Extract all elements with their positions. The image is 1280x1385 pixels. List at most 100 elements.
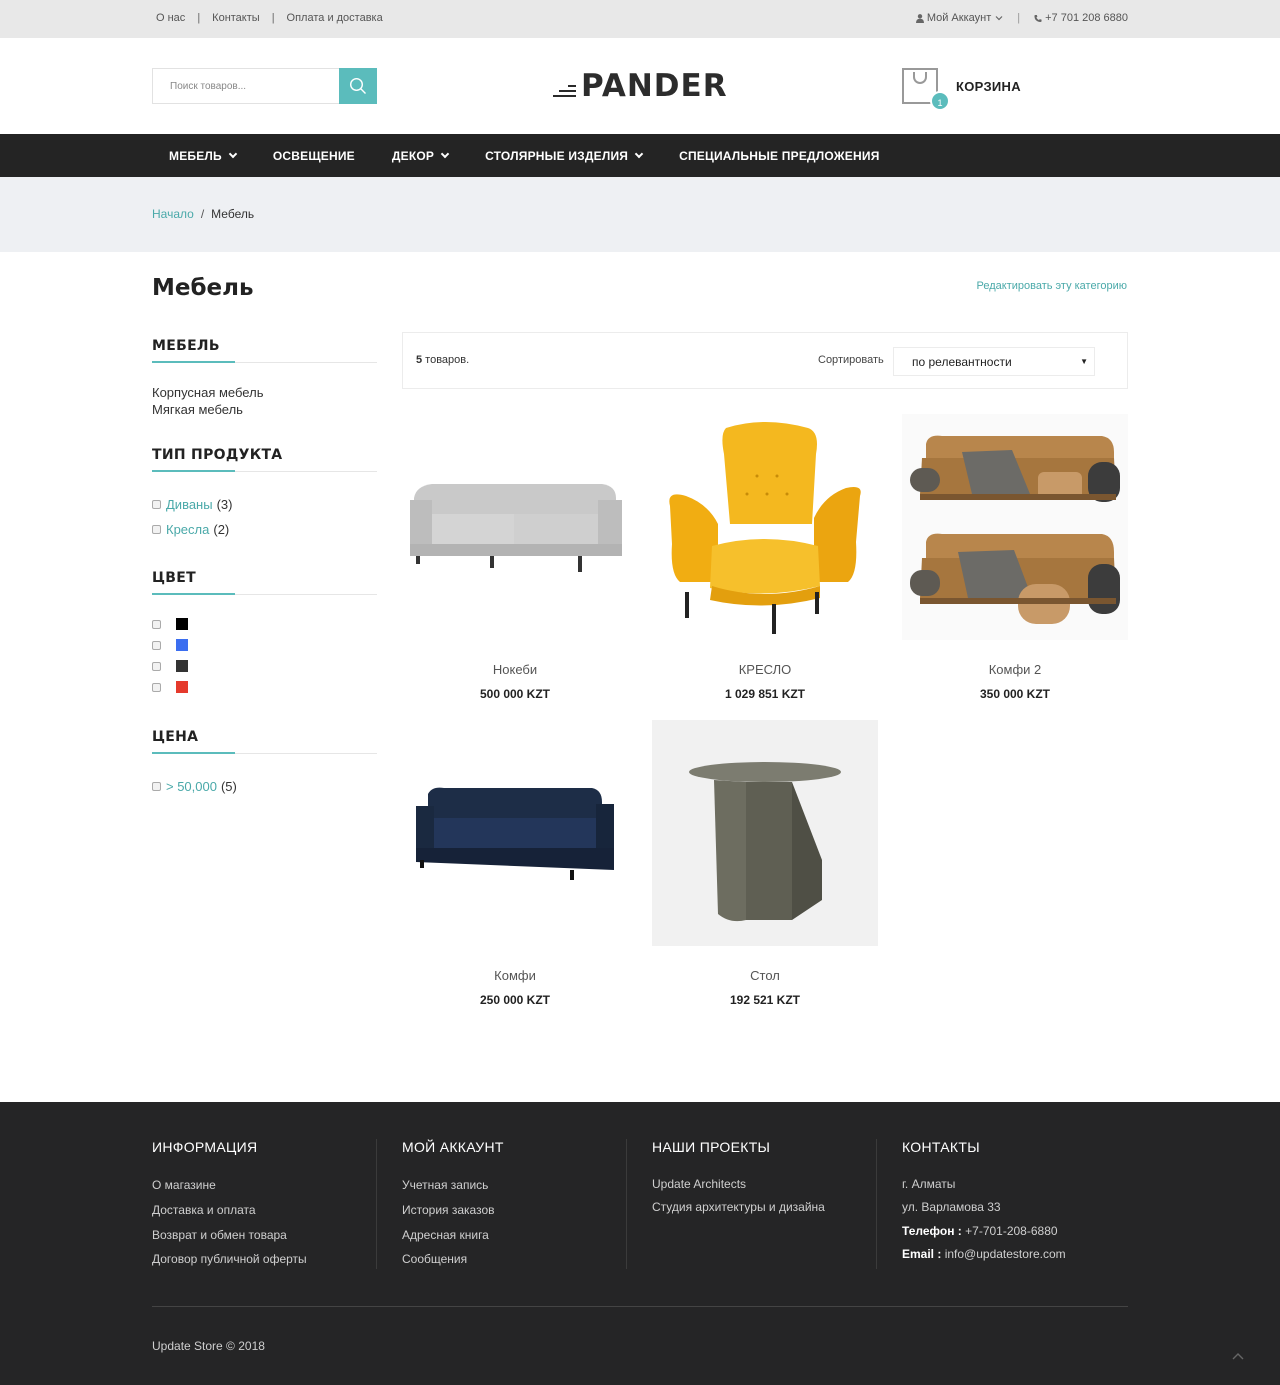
product-card[interactable]: Комфи 250 000 KZT: [402, 720, 628, 1007]
checkbox[interactable]: [152, 682, 161, 692]
search-input[interactable]: [153, 69, 339, 103]
contacts-link[interactable]: Контакты: [212, 12, 260, 24]
checkbox[interactable]: [152, 661, 161, 671]
product-name[interactable]: Комфи: [402, 968, 628, 983]
sort-label: Сортировать: [818, 354, 884, 366]
nav-item-decor[interactable]: ДЕКОР: [392, 149, 450, 163]
product-price: 250 000 KZT: [479, 993, 551, 1007]
phone-link[interactable]: +7 701 208 6880: [1034, 12, 1128, 24]
product-image[interactable]: [402, 720, 628, 946]
breadcrumb: Начало / Мебель: [152, 207, 254, 221]
main-nav: МЕБЕЛЬ ОСВЕЩЕНИЕ ДЕКОР СТОЛЯРНЫЕ ИЗДЕЛИЯ…: [0, 134, 1280, 177]
cart-count-badge: 1: [930, 91, 950, 111]
checkbox[interactable]: [152, 640, 161, 650]
product-name[interactable]: КРЕСЛО: [652, 662, 878, 677]
product-card[interactable]: Комфи 2 350 000 KZT: [902, 414, 1128, 701]
payment-delivery-link[interactable]: Оплата и доставка: [287, 12, 383, 24]
filter-label[interactable]: Диваны: [166, 497, 213, 512]
footer-link[interactable]: Договор публичной оферты: [152, 1247, 377, 1272]
footer-link[interactable]: История заказов: [402, 1198, 627, 1223]
cart-label: КОРЗИНА: [956, 78, 1021, 94]
footer-link[interactable]: Сообщения: [402, 1247, 627, 1272]
product-card[interactable]: Стол 192 521 KZT: [652, 720, 878, 1007]
filter-label[interactable]: > 50,000: [166, 779, 217, 794]
yellow-armchair-image: [652, 414, 878, 640]
product-name[interactable]: Нокеби: [402, 662, 628, 677]
product-image[interactable]: [402, 414, 628, 640]
project-link[interactable]: Update Architects: [652, 1173, 877, 1196]
price-filter-block: ЦЕНА > 50,000 (5): [152, 729, 377, 794]
breadcrumb-home[interactable]: Начало: [152, 207, 194, 221]
checkbox[interactable]: [152, 619, 161, 629]
color-option[interactable]: [152, 639, 377, 651]
filter-option[interactable]: Кресла (2): [152, 522, 377, 537]
nav-item-specials[interactable]: СПЕЦИАЛЬНЫЕ ПРЕДЛОЖЕНИЯ: [679, 149, 879, 163]
color-swatch[interactable]: [176, 639, 188, 651]
checkbox[interactable]: [152, 500, 161, 509]
about-link[interactable]: О нас: [156, 12, 185, 24]
footer-link[interactable]: Возврат и обмен товара: [152, 1223, 377, 1248]
color-option[interactable]: [152, 681, 377, 693]
search-form: [152, 68, 377, 104]
checkbox[interactable]: [152, 525, 161, 534]
product-image[interactable]: [902, 414, 1128, 640]
phone-value[interactable]: +7-701-208-6880: [965, 1224, 1057, 1238]
product-count: 5 товаров.: [416, 354, 469, 366]
product-price: 350 000 KZT: [979, 687, 1051, 701]
footer-link[interactable]: Доставка и оплата: [152, 1198, 377, 1223]
type-filter-block: ТИП ПРОДУКТА Диваны (3) Кресла (2): [152, 447, 377, 537]
color-swatches: [152, 618, 377, 693]
nav-item-furniture[interactable]: МЕБЕЛЬ: [169, 149, 238, 163]
email-value[interactable]: info@updatestore.com: [945, 1247, 1066, 1261]
category-link[interactable]: Мягкая мебель: [152, 401, 377, 418]
nav-label: ОСВЕЩЕНИЕ: [272, 148, 355, 163]
count-text: товаров.: [422, 354, 470, 366]
account-menu[interactable]: Мой Аккаунт: [915, 12, 1003, 24]
product-name[interactable]: Комфи 2: [902, 662, 1128, 677]
email-label: Email :: [902, 1247, 942, 1262]
color-option[interactable]: [152, 660, 377, 672]
page-title: Мебель: [152, 275, 254, 301]
color-swatch[interactable]: [176, 681, 188, 693]
phone-label: Телефон :: [902, 1223, 962, 1238]
filter-count: (2): [213, 522, 230, 537]
category-block: МЕБЕЛЬ Корпусная мебель Мягкая мебель: [152, 338, 377, 418]
nav-item-joinery[interactable]: СТОЛЯРНЫЕ ИЗДЕЛИЯ: [485, 149, 644, 163]
footer-link[interactable]: О магазине: [152, 1173, 377, 1198]
cart-button[interactable]: 1 КОРЗИНА: [902, 68, 1021, 111]
scroll-to-top-button[interactable]: [1226, 1345, 1250, 1369]
footer-link[interactable]: Адресная книга: [402, 1223, 627, 1248]
block-title: ТИП ПРОДУКТА: [152, 447, 377, 472]
edit-category-link[interactable]: Редактировать эту категорию: [977, 280, 1128, 292]
products-toolbar: 5 товаров. Сортировать по релевантности …: [402, 332, 1128, 389]
side-table-image: [652, 720, 878, 946]
filter-option[interactable]: > 50,000 (5): [152, 779, 377, 794]
block-title: МЕБЕЛЬ: [152, 338, 377, 363]
footer-heading: КОНТАКТЫ: [902, 1139, 980, 1155]
nav-item-lighting[interactable]: ОСВЕЩЕНИЕ: [273, 149, 355, 163]
product-card[interactable]: Нокеби 500 000 KZT: [402, 414, 628, 701]
sort-select[interactable]: по релевантности ▼: [893, 347, 1095, 376]
top-right: Мой Аккаунт | +7 701 208 6880: [915, 12, 1128, 24]
project-subtitle: Студия архитектуры и дизайна: [652, 1200, 825, 1215]
site-header: PANDER 1 КОРЗИНА: [0, 38, 1280, 134]
footer-link[interactable]: Учетная запись: [402, 1173, 627, 1198]
site-logo[interactable]: PANDER: [553, 68, 728, 104]
contact-street: ул. Варламова 33: [902, 1200, 1001, 1215]
color-swatch[interactable]: [176, 660, 188, 672]
product-image[interactable]: [652, 720, 878, 946]
category-link[interactable]: Корпусная мебель: [152, 384, 377, 401]
checkbox[interactable]: [152, 782, 161, 791]
search-icon: [349, 77, 366, 94]
color-option[interactable]: [152, 618, 377, 630]
product-image[interactable]: [652, 414, 878, 640]
filter-label[interactable]: Кресла: [166, 522, 209, 537]
top-links: О нас | Контакты | Оплата и доставка: [156, 12, 383, 24]
product-name[interactable]: Стол: [652, 968, 878, 983]
color-swatch[interactable]: [176, 618, 188, 630]
product-card[interactable]: КРЕСЛО 1 029 851 KZT: [652, 414, 878, 701]
brown-sofa-set-image: [902, 414, 1128, 640]
filter-option[interactable]: Диваны (3): [152, 497, 377, 512]
category-links: Корпусная мебель Мягкая мебель: [152, 384, 377, 418]
search-button[interactable]: [339, 68, 377, 104]
